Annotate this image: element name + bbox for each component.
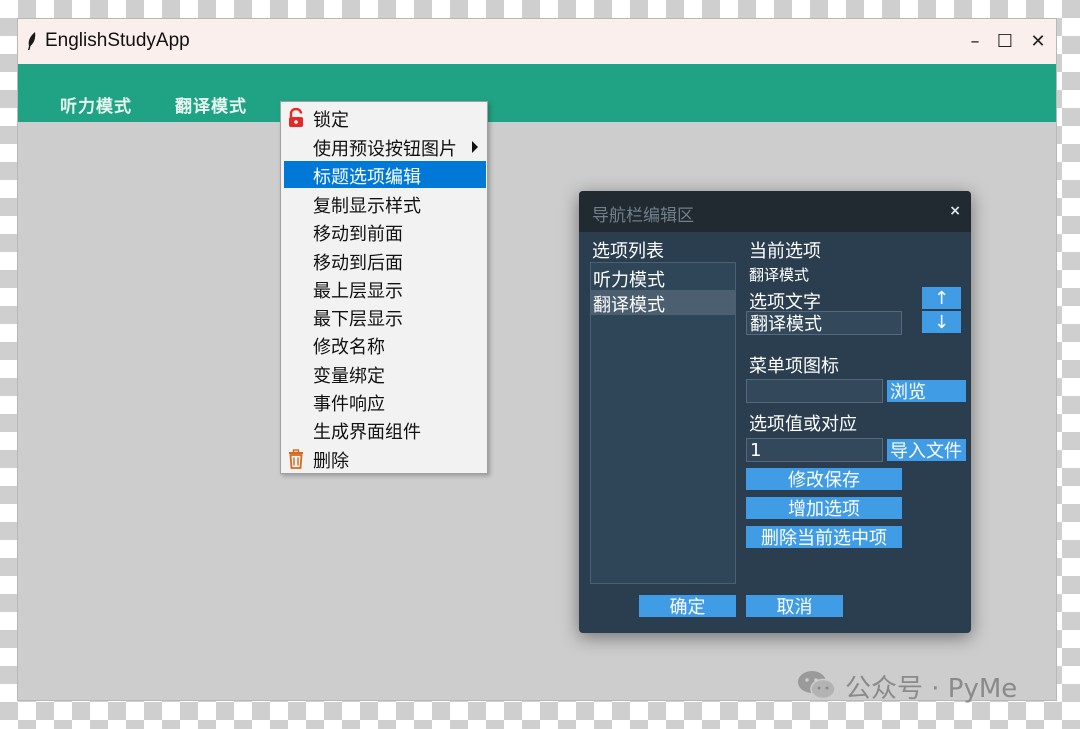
unlock-icon <box>289 108 303 127</box>
menu-item-move-back[interactable]: 移动到后面 <box>284 247 486 274</box>
option-text-input[interactable] <box>746 311 902 335</box>
list-item[interactable]: 听力模式 <box>591 265 735 291</box>
submenu-arrow-icon <box>472 141 478 153</box>
minimize-button[interactable]: – <box>959 27 991 55</box>
menu-item-bottom-layer[interactable]: 最下层显示 <box>284 303 486 330</box>
list-item-label: 听力模式 <box>593 270 665 291</box>
menu-item-label: 标题选项编辑 <box>313 167 421 188</box>
list-item[interactable]: 翻译模式 <box>591 290 735 316</box>
delete-option-button[interactable]: 删除当前选中项 <box>746 526 902 549</box>
minimize-icon: – <box>970 30 980 52</box>
window-title: EnglishStudyApp <box>45 30 190 51</box>
wechat-icon <box>798 671 836 700</box>
dialog-close-icon[interactable]: × <box>949 203 961 219</box>
move-up-button[interactable]: ↑ <box>922 287 961 309</box>
dialog-title-bar: 导航栏编辑区 × <box>579 191 971 232</box>
menu-item-label: 删除 <box>313 451 349 472</box>
list-item-label: 翻译模式 <box>593 295 665 316</box>
close-button[interactable]: ✕ <box>1022 27 1054 55</box>
menu-item-label: 使用预设按钮图片 <box>313 139 457 160</box>
dialog-title: 导航栏编辑区 <box>592 206 694 226</box>
menu-item-event-response[interactable]: 事件响应 <box>284 388 486 415</box>
menu-icon-label: 菜单项图标 <box>749 356 839 377</box>
arrow-up-icon: ↑ <box>933 287 950 309</box>
trash-icon <box>289 449 303 469</box>
import-file-button[interactable]: 导入文件 <box>887 439 966 462</box>
menu-icon-input[interactable] <box>746 379 883 403</box>
menu-item-label: 复制显示样式 <box>313 196 421 217</box>
cancel-button[interactable]: 取消 <box>746 595 843 618</box>
menu-item-label: 变量绑定 <box>313 366 385 387</box>
menu-item-label: 生成界面组件 <box>313 422 421 443</box>
menu-item-top-layer[interactable]: 最上层显示 <box>284 275 486 302</box>
context-menu: 锁定 使用预设按钮图片 标题选项编辑 复制显示样式 移动到前面 移动到后面 最上… <box>280 101 488 474</box>
nav-item-translation[interactable]: 翻译模式 <box>175 92 247 117</box>
maximize-button[interactable]: ☐ <box>989 27 1021 55</box>
options-listbox[interactable]: 听力模式 翻译模式 <box>590 262 736 584</box>
save-changes-button[interactable]: 修改保存 <box>746 468 902 491</box>
navbar: 听力模式 翻译模式 <box>18 64 1056 122</box>
menu-item-delete[interactable]: 删除 <box>284 445 486 472</box>
option-value-input[interactable] <box>746 438 883 462</box>
menu-item-variable-binding[interactable]: 变量绑定 <box>284 360 486 387</box>
arrow-down-icon: ↓ <box>933 311 950 333</box>
menu-item-copy-style[interactable]: 复制显示样式 <box>284 190 486 217</box>
menu-item-label: 锁定 <box>313 110 349 131</box>
menu-item-edit-title-options[interactable]: 标题选项编辑 <box>284 161 486 188</box>
menu-item-label: 最上层显示 <box>313 281 403 302</box>
ok-button[interactable]: 确定 <box>639 595 736 618</box>
menu-item-rename[interactable]: 修改名称 <box>284 331 486 358</box>
navbar-editor-dialog: 导航栏编辑区 × 选项列表 听力模式 翻译模式 当前选项 翻译模式 选项文字 ↑… <box>579 191 971 633</box>
nav-item-listening[interactable]: 听力模式 <box>60 92 132 117</box>
list-heading: 选项列表 <box>592 241 664 262</box>
menu-item-generate-component[interactable]: 生成界面组件 <box>284 416 486 443</box>
browse-button[interactable]: 浏览 <box>887 380 966 403</box>
value-label-clip: 选项值或对应 <box>749 410 857 436</box>
title-bar: EnglishStudyApp – ☐ ✕ <box>18 19 1056 64</box>
feather-icon <box>28 32 36 50</box>
maximize-icon: ☐ <box>996 30 1014 52</box>
menu-item-label: 修改名称 <box>313 337 385 358</box>
menu-item-lock[interactable]: 锁定 <box>284 104 486 131</box>
move-down-button[interactable]: ↓ <box>922 311 961 333</box>
menu-item-move-front[interactable]: 移动到前面 <box>284 218 486 245</box>
current-heading: 当前选项 <box>749 241 821 262</box>
menu-item-label: 事件响应 <box>313 394 385 415</box>
menu-item-label: 最下层显示 <box>313 309 403 330</box>
menu-item-preset-images[interactable]: 使用预设按钮图片 <box>284 133 486 160</box>
menu-item-label: 移动到后面 <box>313 253 403 274</box>
close-icon: ✕ <box>1030 30 1046 52</box>
menu-item-label: 移动到前面 <box>313 224 403 245</box>
watermark-text: 公众号 · PyMe <box>845 674 1018 704</box>
add-option-button[interactable]: 增加选项 <box>746 497 902 520</box>
option-value-label: 选项值或对应 <box>749 414 857 435</box>
current-option-value: 翻译模式 <box>749 266 810 284</box>
